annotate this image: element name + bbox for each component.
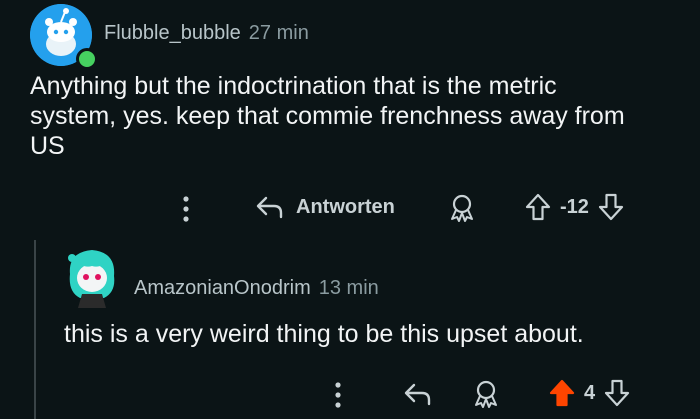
reply-label: Antworten [296, 195, 395, 218]
thread-line[interactable] [34, 240, 36, 419]
comment-header: Flubble_bubble 27 min [104, 22, 309, 45]
custom-avatar-icon [68, 250, 115, 308]
downvote-icon[interactable] [597, 192, 625, 222]
vote-score: -12 [560, 195, 589, 218]
username[interactable]: Flubble_bubble [104, 22, 241, 44]
award-button[interactable] [446, 192, 478, 224]
vote-controls: 4 [548, 378, 631, 408]
reply-icon [404, 383, 431, 406]
vote-score: 4 [584, 381, 596, 404]
reply-button[interactable]: Antworten [254, 193, 395, 221]
downvote-icon[interactable] [603, 378, 631, 408]
online-status-dot [76, 48, 98, 70]
timestamp: 13 min [318, 277, 379, 299]
reply-icon [256, 196, 283, 219]
vote-controls: -12 [524, 192, 625, 222]
upvote-icon[interactable] [524, 192, 552, 222]
more-icon [183, 196, 189, 222]
award-icon [475, 380, 497, 408]
comment-text: Anything but the indoctrination that is … [30, 72, 625, 160]
more-options-button[interactable] [332, 380, 344, 410]
more-options-button[interactable] [180, 194, 192, 224]
more-icon [335, 382, 341, 408]
comment-text: this is a very weird thing to be this up… [64, 320, 584, 348]
comment-header: AmazonianOnodrim 13 min [134, 277, 379, 300]
award-button[interactable] [470, 378, 502, 410]
timestamp: 27 min [248, 22, 309, 44]
reply-button[interactable] [402, 380, 432, 408]
username[interactable]: AmazonianOnodrim [134, 277, 311, 299]
upvote-icon[interactable] [548, 378, 576, 408]
award-icon [451, 194, 473, 222]
avatar[interactable] [60, 244, 124, 310]
